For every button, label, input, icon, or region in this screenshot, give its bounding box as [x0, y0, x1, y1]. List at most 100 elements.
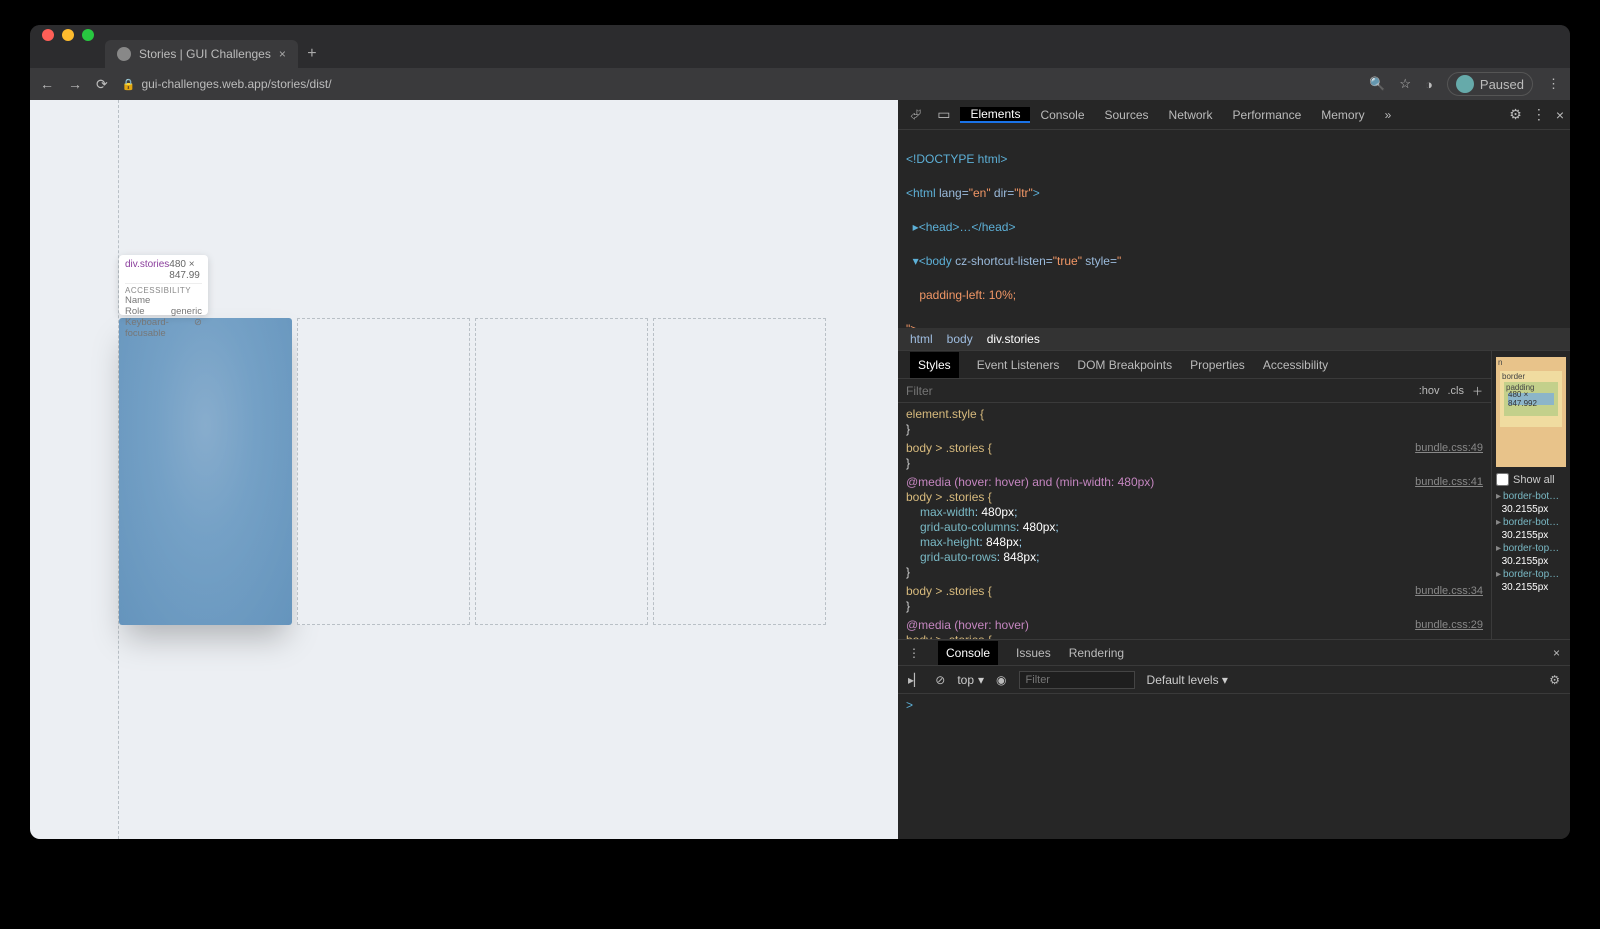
back-button[interactable]: ← [40, 76, 54, 92]
dom-attr: cz-shortcut-listen= [955, 254, 1053, 268]
rule-source[interactable]: bundle.css:41 [1415, 475, 1483, 490]
dom-line: ▸<head>…</head> [913, 220, 1016, 234]
console-sidebar-icon[interactable]: ▸▏ [908, 673, 923, 687]
reload-button[interactable]: ⟳ [96, 76, 108, 93]
close-window-icon[interactable] [42, 29, 54, 41]
console-body[interactable]: > [898, 694, 1570, 839]
dom-attr: style= [1082, 254, 1117, 268]
address-field[interactable]: 🔒 gui-challenges.web.app/stories/dist/ [122, 77, 1355, 91]
dom-line: <html [906, 186, 939, 200]
tab-title: Stories | GUI Challenges [139, 47, 271, 61]
story-card-1[interactable] [119, 318, 292, 625]
devtools-toolbar: ⮰ ▭ Elements Console Sources Network Per… [898, 100, 1570, 130]
css-val: 480px [1023, 520, 1056, 534]
tabs-overflow[interactable]: » [1375, 107, 1402, 123]
css-val: 848px [986, 535, 1019, 549]
story-card-3[interactable] [475, 318, 648, 625]
tab-elements[interactable]: Elements [960, 107, 1030, 123]
styles-left: Styles Event Listeners DOM Breakpoints P… [898, 351, 1491, 639]
tooltip-a11y-heading: ACCESSIBILITY [125, 283, 202, 295]
console-kebab-icon[interactable]: ⋮ [908, 646, 920, 660]
console-filter-row: ▸▏ ⊘ top ▾ ◉ Default levels ▾ ⚙ [898, 666, 1570, 694]
main-split: div.stories 480 × 847.99 ACCESSIBILITY N… [30, 100, 1570, 839]
context-selector[interactable]: top ▾ [957, 673, 984, 687]
crumb-html[interactable]: html [910, 332, 933, 346]
crumb-body[interactable]: body [947, 332, 973, 346]
styles-filter-row: :hov .cls ＋ [898, 379, 1491, 403]
tab-performance[interactable]: Performance [1223, 107, 1312, 123]
css-rules[interactable]: element.style {} bundle.css:49body > .st… [898, 403, 1491, 639]
maximize-window-icon[interactable] [82, 29, 94, 41]
css-prop: grid-auto-rows [920, 550, 997, 564]
show-all-toggle[interactable]: Show all [1496, 473, 1566, 486]
star-icon[interactable]: ☆ [1399, 76, 1411, 92]
rule-source[interactable]: bundle.css:34 [1415, 584, 1483, 599]
forward-button[interactable]: → [68, 76, 82, 92]
browser-tab[interactable]: Stories | GUI Challenges × [105, 40, 298, 68]
story-card-4[interactable] [653, 318, 826, 625]
styles-tab-styles[interactable]: Styles [910, 352, 959, 378]
computed-val: 30.2155px [1502, 556, 1549, 567]
devtools-close-icon[interactable]: × [1556, 107, 1564, 123]
tab-network[interactable]: Network [1159, 107, 1223, 123]
rule-source[interactable]: bundle.css:49 [1415, 441, 1483, 456]
eye-icon[interactable]: ◉ [996, 673, 1006, 687]
paused-label: Paused [1480, 77, 1524, 92]
console-close-icon[interactable]: × [1553, 646, 1560, 660]
console-tab-console[interactable]: Console [938, 641, 998, 665]
cls-toggle[interactable]: .cls [1448, 385, 1465, 397]
computed-val: 30.2155px [1502, 582, 1549, 593]
window-titlebar [30, 25, 1570, 40]
search-icon[interactable]: 🔍 [1369, 76, 1385, 92]
dom-val: "true" [1053, 254, 1082, 268]
context-label: top [957, 673, 974, 687]
tab-memory[interactable]: Memory [1311, 107, 1374, 123]
dom-val: "en" [969, 186, 991, 200]
close-tab-icon[interactable]: × [279, 47, 286, 61]
minimize-window-icon[interactable] [62, 29, 74, 41]
favicon-icon [117, 47, 131, 61]
profile-pill[interactable]: Paused [1447, 72, 1533, 96]
rule-selector: body > .stories { [906, 490, 992, 504]
settings-gear-icon[interactable]: ⚙ [1509, 106, 1522, 123]
browser-window: Stories | GUI Challenges × + ← → ⟳ 🔒 gui… [30, 25, 1570, 839]
kebab-menu-icon[interactable]: ⋮ [1547, 76, 1560, 92]
console-tab-rendering[interactable]: Rendering [1069, 646, 1124, 660]
extension-icon[interactable]: ◑ [1425, 77, 1433, 92]
console-filter-input[interactable] [1019, 671, 1135, 689]
console-prompt: > [906, 698, 913, 712]
styles-tab-a11y[interactable]: Accessibility [1263, 358, 1328, 372]
css-prop: grid-auto-columns [920, 520, 1016, 534]
css-prop: max-width [920, 505, 975, 519]
page-content: div.stories 480 × 847.99 ACCESSIBILITY N… [118, 100, 898, 839]
styles-tab-listeners[interactable]: Event Listeners [977, 358, 1060, 372]
rule-media: @media (hover: hover) and (min-width: 48… [906, 475, 1154, 489]
log-levels-selector[interactable]: Default levels ▾ [1147, 673, 1228, 687]
rule-source[interactable]: bundle.css:29 [1415, 618, 1483, 633]
dom-line: <!DOCTYPE html> [906, 152, 1007, 166]
clear-console-icon[interactable]: ⊘ [935, 673, 945, 687]
box-model[interactable]: n border padding 480 × 847.992 [1496, 357, 1566, 467]
devtools-kebab-icon[interactable]: ⋮ [1532, 106, 1546, 123]
hov-toggle[interactable]: :hov [1419, 385, 1440, 397]
crumb-div-stories[interactable]: div.stories [987, 332, 1040, 346]
story-card-2[interactable] [297, 318, 470, 625]
styles-pane: Styles Event Listeners DOM Breakpoints P… [898, 350, 1570, 639]
levels-label: Default levels [1147, 673, 1219, 687]
chevron-down-icon: ▾ [978, 673, 984, 687]
styles-tab-dombp[interactable]: DOM Breakpoints [1077, 358, 1172, 372]
new-rule-button[interactable]: ＋ [1472, 383, 1483, 399]
styles-filter-input[interactable] [906, 384, 1411, 398]
dom-tree[interactable]: <!DOCTYPE html> <html lang="en" dir="ltr… [898, 130, 1570, 328]
new-tab-button[interactable]: + [298, 40, 326, 68]
dom-line: ▾<body [913, 254, 955, 268]
tab-console[interactable]: Console [1030, 107, 1094, 123]
tooltip-dimensions: 480 × 847.99 [169, 259, 202, 281]
console-settings-icon[interactable]: ⚙ [1549, 673, 1560, 687]
inspect-element-icon[interactable]: ⮰ [904, 102, 927, 127]
show-all-checkbox[interactable] [1496, 473, 1509, 486]
console-tab-issues[interactable]: Issues [1016, 646, 1051, 660]
device-toolbar-icon[interactable]: ▭ [931, 102, 956, 127]
styles-tab-props[interactable]: Properties [1190, 358, 1245, 372]
tab-sources[interactable]: Sources [1095, 107, 1159, 123]
